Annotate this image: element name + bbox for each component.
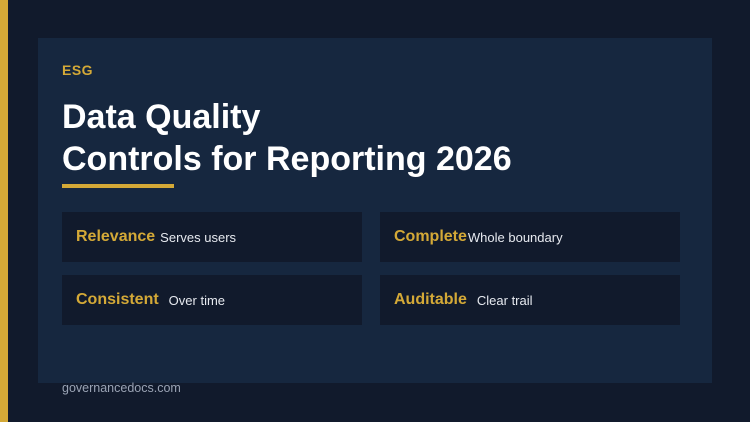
title-line-2: Controls for Reporting 2026 <box>62 140 512 178</box>
card-auditable: Auditable Clear trail <box>380 275 680 325</box>
card-description: Serves users <box>160 229 237 245</box>
card-consistent: Consistent Over time <box>62 275 362 325</box>
card-relevance: Relevance Serves users <box>62 212 362 262</box>
card-complete: Complete Whole boundary <box>380 212 680 262</box>
title-line-1: Data Quality <box>62 98 261 136</box>
card-description: Whole boundary <box>467 229 563 245</box>
content-panel: ESG Data Quality Controls for Reporting … <box>38 38 712 383</box>
card-key: Relevance <box>76 228 156 245</box>
title-underline <box>62 184 174 188</box>
card-key: Complete <box>394 228 467 245</box>
card-key: Auditable <box>394 291 467 308</box>
footer-source-link[interactable]: governancedocs.com <box>62 381 181 395</box>
card-key: Consistent <box>76 291 159 308</box>
card-description: Over time <box>168 292 226 308</box>
left-accent-bar <box>0 0 8 422</box>
card-description: Clear trail <box>476 292 533 308</box>
page-title: Data Quality Controls for Reporting 2026 <box>62 96 512 180</box>
category-label: ESG <box>62 62 94 78</box>
